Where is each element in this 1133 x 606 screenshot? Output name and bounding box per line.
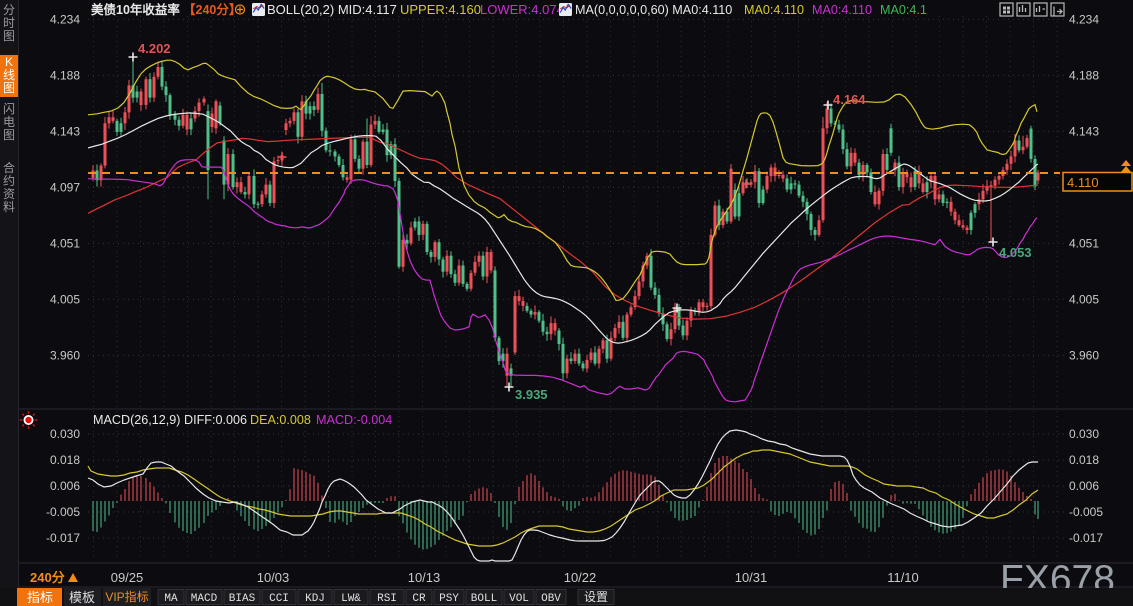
svg-text:4.188: 4.188	[1069, 68, 1099, 82]
svg-text:CCI: CCI	[269, 593, 289, 605]
svg-text:0.018: 0.018	[1069, 453, 1099, 467]
svg-text:MA0:4.110: MA0:4.110	[812, 3, 872, 17]
svg-text:VOL: VOL	[509, 593, 529, 605]
svg-text:0.030: 0.030	[50, 427, 80, 441]
svg-text:3.935: 3.935	[515, 387, 548, 402]
svg-text:4.188: 4.188	[50, 68, 80, 82]
svg-text:约: 约	[3, 173, 15, 188]
svg-text:OBV: OBV	[541, 593, 561, 605]
svg-text:10/22: 10/22	[564, 570, 597, 585]
svg-text:4.053: 4.053	[999, 245, 1032, 260]
svg-text:4.202: 4.202	[138, 41, 171, 56]
svg-text:10/13: 10/13	[408, 570, 441, 585]
svg-text:4.110: 4.110	[1067, 175, 1099, 190]
svg-text:4.164: 4.164	[833, 92, 866, 107]
svg-text:3.960: 3.960	[1069, 348, 1099, 362]
svg-text:BOLL: BOLL	[471, 593, 497, 605]
svg-text:合: 合	[3, 160, 15, 175]
svg-text:4.143: 4.143	[50, 124, 80, 138]
svg-text:UPPER:4.160: UPPER:4.160	[400, 2, 481, 17]
svg-text:-0.017: -0.017	[46, 531, 80, 545]
svg-text:LOWER:4.074: LOWER:4.074	[480, 2, 564, 17]
svg-text:0.006: 0.006	[1069, 479, 1099, 493]
svg-text:设置: 设置	[584, 590, 608, 604]
svg-text:BOLL(20,2) MID:4.117: BOLL(20,2) MID:4.117	[267, 2, 397, 17]
svg-text:料: 料	[3, 200, 15, 214]
svg-text:-0.017: -0.017	[1069, 531, 1103, 545]
svg-text:CR: CR	[412, 593, 426, 605]
svg-text:线: 线	[3, 68, 15, 82]
svg-text:图: 图	[3, 128, 15, 142]
svg-text:图: 图	[3, 29, 15, 43]
svg-text:10/03: 10/03	[257, 570, 290, 585]
svg-text:K: K	[5, 55, 13, 69]
svg-text:MACD:-0.004: MACD:-0.004	[316, 413, 392, 427]
svg-text:分: 分	[3, 3, 15, 17]
svg-text:-0.005: -0.005	[46, 505, 80, 519]
svg-text:电: 电	[3, 115, 15, 129]
svg-text:MA(0,0,0,0,0,60) MA0:4.110: MA(0,0,0,0,0,60) MA0:4.110	[575, 3, 732, 17]
svg-text:4.005: 4.005	[1069, 292, 1099, 306]
svg-text:闪: 闪	[3, 102, 15, 116]
svg-text:MACD: MACD	[191, 593, 218, 605]
svg-text:4.051: 4.051	[50, 236, 80, 250]
svg-text:KDJ: KDJ	[305, 593, 325, 605]
svg-text:时: 时	[3, 16, 15, 30]
svg-text:PSY: PSY	[439, 593, 459, 605]
svg-text:MACD(26,12,9) DIFF:0.006: MACD(26,12,9) DIFF:0.006	[93, 413, 247, 427]
svg-text:指标: 指标	[27, 590, 53, 605]
svg-text:资: 资	[3, 187, 15, 201]
svg-text:0.030: 0.030	[1069, 427, 1099, 441]
svg-text:4.234: 4.234	[50, 12, 80, 26]
svg-text:4.143: 4.143	[1069, 124, 1099, 138]
svg-text:10/31: 10/31	[735, 570, 768, 585]
svg-text:图: 图	[3, 81, 15, 95]
svg-text:LW&: LW&	[341, 593, 361, 605]
svg-text:DEA:0.008: DEA:0.008	[250, 413, 311, 427]
svg-text:0.018: 0.018	[50, 453, 80, 467]
svg-text:09/25: 09/25	[111, 570, 144, 585]
svg-text:3.960: 3.960	[50, 348, 80, 362]
svg-text:模板: 模板	[69, 590, 95, 605]
svg-text:-0.005: -0.005	[1069, 505, 1103, 519]
svg-text:美债10年收益率: 美债10年收益率	[91, 2, 180, 17]
svg-text:VIP指标: VIP指标	[105, 589, 148, 604]
svg-text:11/10: 11/10	[887, 570, 919, 585]
svg-text:4.234: 4.234	[1069, 12, 1099, 26]
svg-text:4.097: 4.097	[50, 180, 80, 194]
svg-text:MA0:4.110: MA0:4.110	[744, 3, 804, 17]
svg-text:240分: 240分	[30, 570, 65, 585]
svg-text:RSI: RSI	[377, 593, 397, 605]
svg-text:MA0:4.1: MA0:4.1	[880, 3, 927, 17]
svg-text:BIAS: BIAS	[229, 593, 256, 605]
svg-text:【240分】: 【240分】	[183, 2, 241, 17]
svg-text:MA: MA	[164, 593, 178, 605]
svg-text:4.005: 4.005	[50, 292, 80, 306]
svg-text:4.051: 4.051	[1069, 236, 1099, 250]
svg-text:0.006: 0.006	[50, 479, 80, 493]
